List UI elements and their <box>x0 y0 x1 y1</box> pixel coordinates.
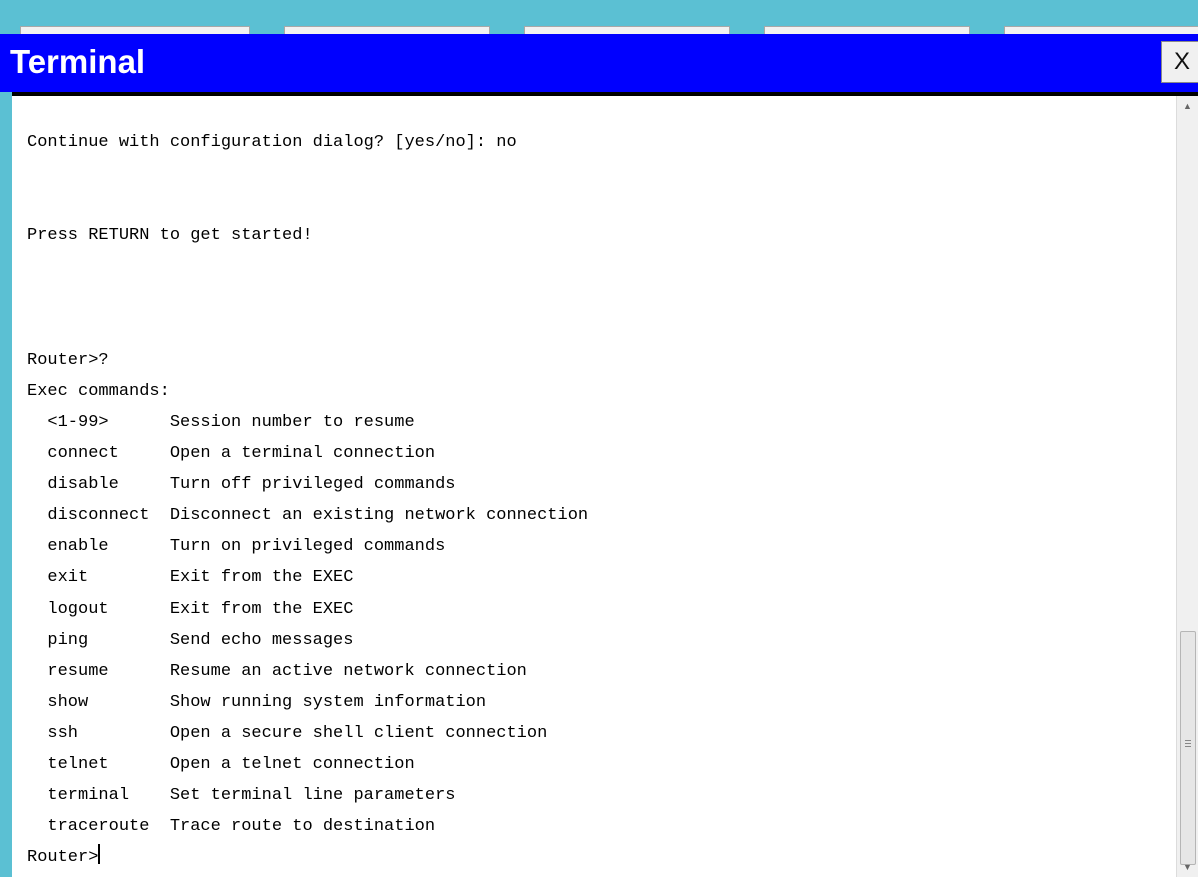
terminal-line: logout Exit from the EXEC <box>27 599 354 619</box>
scrollbar-thumb[interactable] <box>1180 631 1196 865</box>
terminal-line: Exec commands: <box>27 381 170 401</box>
terminal-line: show Show running system information <box>27 692 487 712</box>
terminal-line: telnet Open a telnet connection <box>27 754 415 774</box>
terminal-line: traceroute Trace route to destination <box>27 817 436 837</box>
terminal-line: ssh Open a secure shell client connectio… <box>27 723 548 743</box>
terminal-line: enable Turn on privileged commands <box>27 537 446 557</box>
terminal-line: Continue with configuration dialog? [yes… <box>27 133 517 153</box>
terminal-line: Press RETURN to get started! <box>27 226 313 246</box>
terminal-line: <1-99> Session number to resume <box>27 412 415 432</box>
grip-icon <box>1185 740 1191 747</box>
terminal-line: connect Open a terminal connection <box>27 444 436 464</box>
terminal-text: Continue with configuration dialog? [yes… <box>27 96 588 873</box>
close-button[interactable]: X <box>1161 41 1198 83</box>
text-cursor <box>98 844 101 865</box>
terminal-output[interactable]: Continue with configuration dialog? [yes… <box>12 96 1176 877</box>
terminal-line: disconnect Disconnect an existing networ… <box>27 506 589 526</box>
scroll-up-icon[interactable]: ▲ <box>1177 96 1198 116</box>
scroll-down-icon[interactable]: ▼ <box>1177 857 1198 877</box>
vertical-scrollbar[interactable]: ▲ ▼ <box>1176 96 1198 877</box>
window-title: Terminal <box>10 43 146 80</box>
terminal-prompt: Router> <box>27 848 99 868</box>
terminal-line: disable Turn off privileged commands <box>27 475 456 495</box>
terminal-line: ping Send echo messages <box>27 630 354 650</box>
terminal-line: exit Exit from the EXEC <box>27 568 354 588</box>
window-left-border <box>0 92 12 877</box>
terminal-line: terminal Set terminal line parameters <box>27 786 456 806</box>
terminal-prompt-line[interactable]: Router> <box>27 842 588 873</box>
terminal-line: Router>? <box>27 350 109 370</box>
window-titlebar[interactable]: Terminal X <box>0 34 1198 92</box>
terminal-line: resume Resume an active network connecti… <box>27 661 527 681</box>
